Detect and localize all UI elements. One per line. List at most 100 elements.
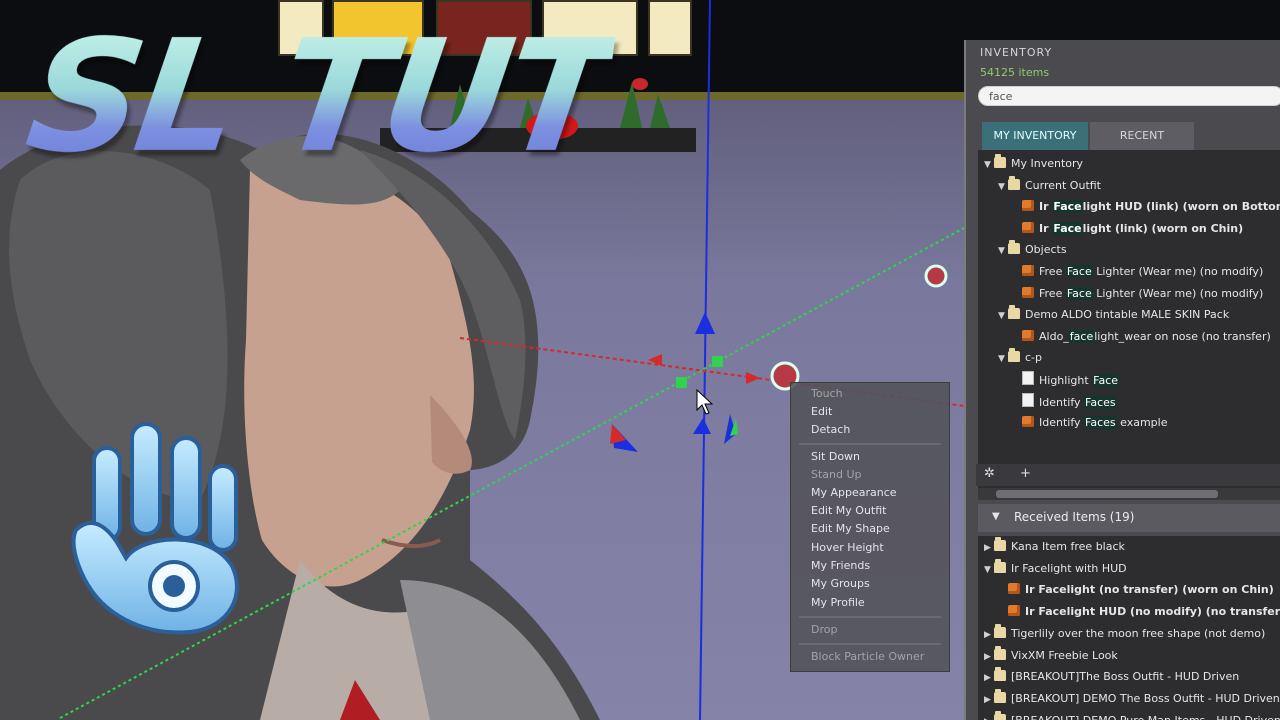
chevron-down-icon[interactable]: ▼ xyxy=(998,307,1008,325)
inventory-item-row[interactable]: Free Face Lighter (Wear me) (no modify) xyxy=(1012,285,1263,303)
inventory-item-row[interactable]: Ir Facelight HUD (no modify) (no transfe… xyxy=(998,603,1280,621)
tab-recent[interactable]: RECENT xyxy=(1090,122,1194,150)
avatar-context-menu: Touch Edit Detach Sit Down Stand Up My A… xyxy=(790,382,950,672)
inventory-item-row[interactable]: Aldo_facelight_wear on nose (no transfer… xyxy=(1012,328,1271,346)
inventory-folder-row[interactable]: ▼ Current Outfit xyxy=(998,175,1101,196)
menu-item-my-appearance[interactable]: My Appearance xyxy=(811,486,897,499)
video-title-text: SL TUT xyxy=(17,6,621,188)
inventory-filter-input[interactable]: face xyxy=(978,86,1280,106)
menu-item-edit[interactable]: Edit xyxy=(811,405,832,418)
item-label-text: Ir Facelight (no transfer) (worn on Chin… xyxy=(1025,583,1274,597)
received-items-tree[interactable]: ▶ Kana Item free black ▼ Ir Facelight with … xyxy=(978,536,1280,720)
menu-item-my-friends[interactable]: My Friends xyxy=(811,559,870,572)
chevron-right-icon[interactable]: ▶ xyxy=(984,626,994,644)
inventory-item-row[interactable]: Free Face Lighter (Wear me) (no modify) xyxy=(1012,263,1263,281)
item-label-text: Tigerlily over the moon free shape (not … xyxy=(1011,626,1266,640)
item-label-text: Ir Facelight with HUD xyxy=(1011,561,1127,575)
inventory-folder-row[interactable]: ▶ Tigerlily over the moon free shape (not… xyxy=(984,623,1266,644)
search-match-highlight: Faces xyxy=(1084,395,1117,409)
inventory-tree[interactable]: ▼ My Inventory ▼ Current Outfit Ir Facelight… xyxy=(978,150,1280,488)
item-label-text: Free xyxy=(1039,286,1066,300)
inventory-item-row[interactable]: Highlight Face xyxy=(1012,371,1120,389)
search-match-highlight: Face xyxy=(1052,221,1083,235)
menu-item-edit-my-outfit[interactable]: Edit My Outfit xyxy=(811,504,886,517)
object-icon xyxy=(1008,583,1020,595)
item-label-text: light (link) (worn on Chin) xyxy=(1082,221,1244,235)
object-icon xyxy=(1022,416,1034,428)
received-items-header[interactable]: ▼ Received Items (19) xyxy=(978,504,1280,532)
menu-separator xyxy=(799,443,941,445)
inventory-folder-row[interactable]: ▼ c-p xyxy=(998,348,1042,368)
inventory-folder-row[interactable]: ▼ My Inventory xyxy=(984,154,1083,174)
inventory-window: INVENTORY 54125 items face MY INVENTORY … xyxy=(964,40,1280,720)
menu-item-edit-my-shape[interactable]: Edit My Shape xyxy=(811,522,890,535)
chevron-down-icon[interactable]: ▼ xyxy=(984,156,994,174)
menu-item-my-groups[interactable]: My Groups xyxy=(811,577,870,590)
search-match-highlight: face xyxy=(1068,329,1095,343)
menu-item-detach[interactable]: Detach xyxy=(811,423,850,436)
object-icon xyxy=(1022,265,1034,276)
inventory-item-row[interactable]: Ir Facelight (link) (worn on Chin) xyxy=(1012,220,1243,238)
inventory-folder-row[interactable]: ▶ [BREAKOUT]The Boss Outfit - HUD Driven xyxy=(984,667,1239,687)
menu-item-my-profile[interactable]: My Profile xyxy=(811,596,865,609)
plus-icon[interactable]: + xyxy=(1020,466,1031,481)
folder-icon xyxy=(994,667,1006,682)
inventory-item-row[interactable]: Identify Faces xyxy=(1012,392,1117,411)
folder-icon xyxy=(994,710,1006,720)
item-label-text: Ir xyxy=(1039,221,1053,235)
item-label-text: Identify xyxy=(1039,416,1085,430)
chevron-right-icon[interactable]: ▶ xyxy=(984,648,994,666)
search-match-highlight: Face xyxy=(1052,200,1083,214)
object-icon xyxy=(1022,329,1034,341)
chevron-right-icon[interactable]: ▶ xyxy=(984,669,994,687)
item-label-text: [BREAKOUT] DEMO The Boss Outfit - HUD Dr… xyxy=(1011,691,1280,705)
chevron-down-icon[interactable]: ▼ xyxy=(998,350,1008,368)
chevron-right-icon[interactable]: ▶ xyxy=(984,539,994,557)
menu-item-touch[interactable]: Touch xyxy=(811,387,843,400)
item-label-text: Aldo_ xyxy=(1039,329,1069,343)
chevron-right-icon[interactable]: ▶ xyxy=(984,691,994,709)
item-label-text: light_wear on nose (no transfer) xyxy=(1094,329,1271,343)
position-gizmo[interactable] xyxy=(610,312,760,452)
menu-item-drop[interactable]: Drop xyxy=(811,623,837,636)
item-label-text: Highlight xyxy=(1039,374,1093,387)
item-label-text: Free xyxy=(1039,265,1066,278)
item-label-text: Kana Item free black xyxy=(1011,540,1125,553)
chevron-right-icon[interactable]: ▶ xyxy=(984,713,994,720)
inventory-item-row[interactable]: Ir Facelight HUD (link) (worn on Bottom) xyxy=(1012,198,1280,216)
item-label-text: example xyxy=(1116,416,1168,430)
item-label-text: Lighter (Wear me) (no modify) xyxy=(1092,265,1264,278)
chevron-down-icon[interactable]: ▼ xyxy=(984,561,994,579)
inventory-toolbar: ✲ + xyxy=(976,464,1280,486)
folder-icon xyxy=(1008,305,1020,320)
inventory-item-count: 54125 items xyxy=(980,66,1050,79)
item-label-text: VixXM Freebie Look xyxy=(1011,648,1118,662)
inventory-folder-row[interactable]: ▼ Ir Facelight with HUD xyxy=(984,558,1127,579)
menu-item-stand-up[interactable]: Stand Up xyxy=(811,468,862,481)
folder-icon xyxy=(994,623,1006,638)
search-match-highlight: Face xyxy=(1065,286,1093,300)
search-match-highlight: Face xyxy=(1065,265,1093,278)
tab-my-inventory[interactable]: MY INVENTORY xyxy=(982,122,1088,150)
inventory-folder-row[interactable]: ▼ Objects xyxy=(998,240,1067,260)
folder-icon xyxy=(994,688,1006,703)
inventory-item-row[interactable]: Ir Facelight (no transfer) (worn on Chin… xyxy=(998,581,1274,599)
inventory-folder-row[interactable]: ▶ [BREAKOUT] DEMO Pure Man Items - HUD Dr… xyxy=(984,710,1280,720)
horizontal-scrollbar[interactable] xyxy=(978,488,1280,500)
inventory-folder-row[interactable]: ▼ Demo ALDO tintable MALE SKIN Pack xyxy=(998,305,1229,325)
inventory-folder-row[interactable]: ▶ [BREAKOUT] DEMO The Boss Outfit - HUD D… xyxy=(984,688,1280,709)
item-label-text: Ir Facelight HUD (no modify) (no transfe… xyxy=(1025,605,1280,619)
chevron-down-icon[interactable]: ▼ xyxy=(998,178,1008,196)
menu-item-block-particle-owner[interactable]: Block Particle Owner xyxy=(811,650,924,663)
menu-item-hover-height[interactable]: Hover Height xyxy=(811,541,884,554)
scrollbar-thumb[interactable] xyxy=(996,490,1218,498)
attachment-light-sphere[interactable] xyxy=(924,264,948,288)
search-match-highlight: Face xyxy=(1092,374,1120,387)
inventory-item-row[interactable]: Identify Faces example xyxy=(1012,414,1167,432)
chevron-down-icon[interactable]: ▼ xyxy=(998,242,1008,260)
notecard-icon xyxy=(1022,371,1034,385)
inventory-folder-row[interactable]: ▶ VixXM Freebie Look xyxy=(984,645,1118,666)
menu-item-sit-down[interactable]: Sit Down xyxy=(811,450,860,463)
inventory-folder-row[interactable]: ▶ Kana Item free black xyxy=(984,537,1125,557)
gear-icon[interactable]: ✲ xyxy=(984,466,995,481)
